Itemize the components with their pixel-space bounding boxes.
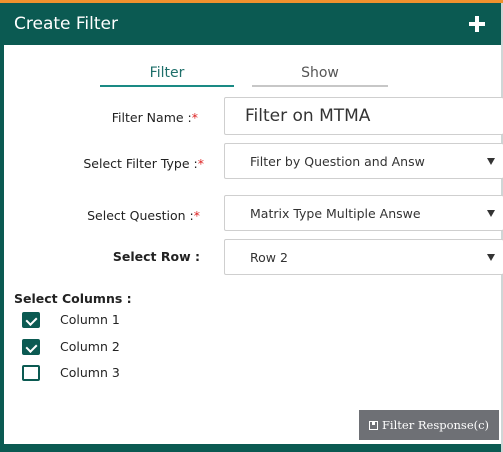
- checkbox-checked-icon[interactable]: [22, 312, 40, 328]
- panel-header: Create Filter: [4, 3, 501, 45]
- row-value: Row 2: [250, 250, 288, 265]
- required-marker: *: [197, 156, 204, 171]
- panel-footer: [4, 444, 501, 452]
- checkbox-checked-icon[interactable]: [22, 339, 40, 355]
- columns-label: Select Columns :: [14, 291, 132, 306]
- create-filter-panel: Create Filter Filter Show Filter Name :*…: [0, 3, 503, 452]
- filter-name-value: Filter on MTMA: [245, 106, 371, 126]
- filter-type-label: Select Filter Type :*: [14, 156, 204, 171]
- filter-response-label: Filter Response(c): [381, 418, 490, 432]
- checkbox-unchecked-icon[interactable]: [22, 365, 40, 381]
- plus-icon[interactable]: [466, 13, 488, 35]
- required-marker: *: [191, 110, 198, 125]
- tab-filter[interactable]: Filter: [100, 63, 234, 87]
- filter-name-input[interactable]: Filter on MTMA: [224, 97, 503, 135]
- column-1-label: Column 1: [60, 312, 120, 327]
- column-2-label: Column 2: [60, 339, 120, 354]
- save-icon: [368, 421, 378, 430]
- panel-title: Create Filter: [14, 14, 118, 34]
- filter-type-label-text: Select Filter Type :: [83, 156, 198, 171]
- question-label-text: Select Question :: [87, 208, 194, 223]
- filter-type-select[interactable]: Filter by Question and Answ: [224, 143, 503, 179]
- question-label: Select Question :*: [24, 208, 200, 223]
- tab-show[interactable]: Show: [252, 63, 388, 87]
- filter-type-value: Filter by Question and Answ: [250, 154, 425, 169]
- filter-response-button[interactable]: Filter Response(c): [359, 410, 499, 440]
- column-3-label: Column 3: [60, 365, 120, 380]
- caret-down-icon: [487, 158, 495, 165]
- question-value: Matrix Type Multiple Answe: [250, 206, 421, 221]
- filter-name-label: Filter Name :*: [44, 110, 198, 125]
- caret-down-icon: [487, 210, 495, 217]
- required-marker: *: [193, 208, 200, 223]
- filter-name-label-text: Filter Name :: [111, 110, 192, 125]
- question-select[interactable]: Matrix Type Multiple Answe: [224, 195, 503, 231]
- row-select[interactable]: Row 2: [224, 239, 503, 275]
- caret-down-icon: [487, 254, 495, 261]
- row-label: Select Row :: [112, 249, 200, 264]
